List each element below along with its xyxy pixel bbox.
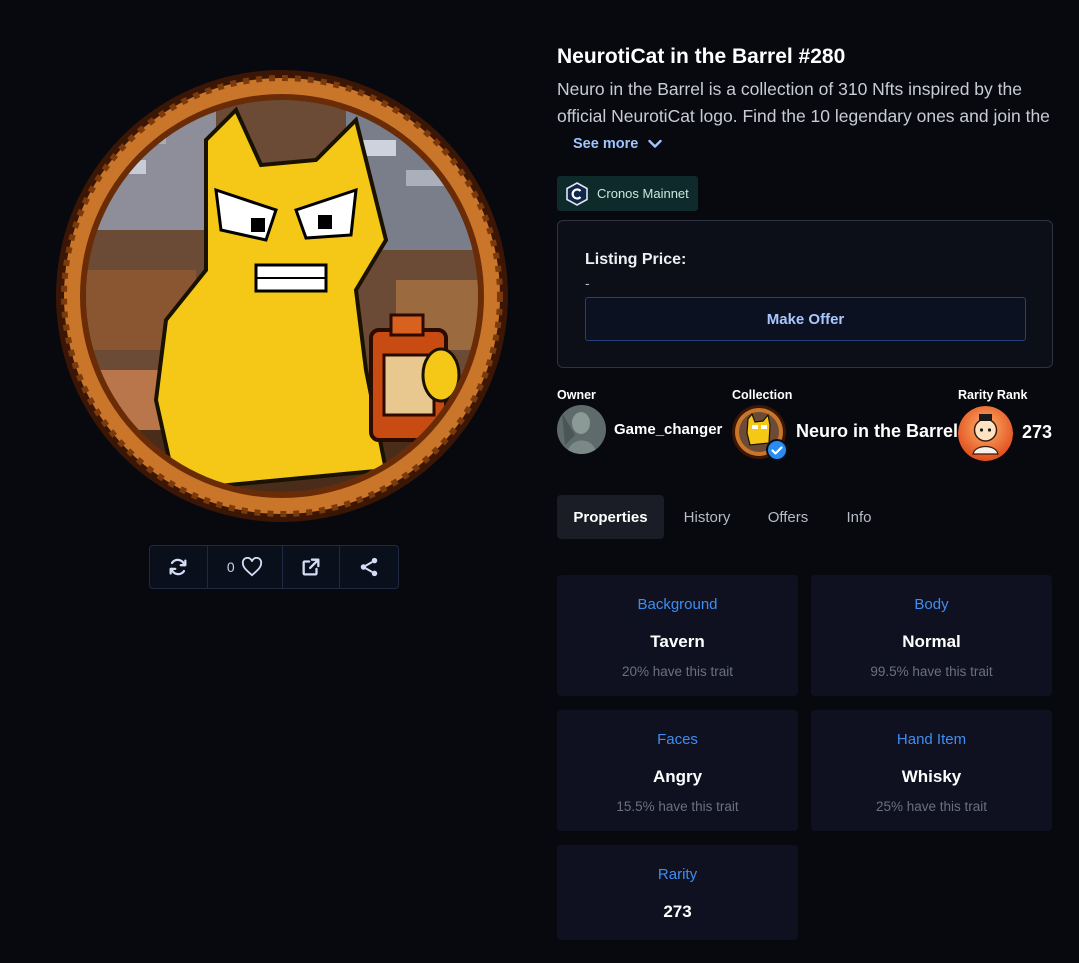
property-frequency: 20% have this trait bbox=[621, 664, 734, 679]
property-card-rarity: Rarity 273 bbox=[557, 845, 798, 940]
heart-icon bbox=[241, 557, 262, 577]
collection-name[interactable]: Neuro in the Barrel bbox=[796, 421, 958, 442]
detail-tabs: Properties History Offers Info bbox=[557, 495, 892, 539]
refresh-icon bbox=[169, 558, 187, 576]
tab-properties[interactable]: Properties bbox=[557, 495, 664, 539]
rarity-rank-value: 273 bbox=[1022, 422, 1053, 442]
external-link-icon bbox=[302, 558, 320, 576]
tab-history[interactable]: History bbox=[664, 495, 750, 539]
property-type: Rarity bbox=[657, 866, 698, 883]
property-type: Background bbox=[637, 596, 718, 613]
property-value: Normal bbox=[902, 632, 961, 651]
listing-price-value: - bbox=[585, 275, 590, 291]
property-card-faces: Faces Angry 15.5% have this trait bbox=[557, 710, 798, 831]
nft-image bbox=[56, 70, 508, 522]
property-frequency: 25% have this trait bbox=[875, 799, 988, 814]
property-frequency: 99.5% have this trait bbox=[870, 664, 993, 679]
cronos-icon bbox=[566, 181, 588, 206]
listing-price-label: Listing Price: bbox=[585, 251, 687, 268]
check-badge-icon bbox=[766, 439, 788, 461]
property-value: Tavern bbox=[650, 632, 705, 651]
nft-artwork bbox=[56, 70, 508, 522]
share-button[interactable] bbox=[340, 546, 398, 588]
rarity-badge-image bbox=[958, 406, 1013, 461]
property-value: 273 bbox=[663, 902, 692, 921]
rarity-rank-label: Rarity Rank bbox=[958, 388, 1028, 402]
collection-avatar[interactable] bbox=[732, 405, 788, 461]
collection-label: Collection bbox=[732, 388, 793, 402]
property-type: Hand Item bbox=[896, 731, 967, 748]
nft-description: Neuro in the Barrel is a collection of 3… bbox=[557, 76, 1051, 130]
share-icon bbox=[360, 557, 378, 577]
tab-offers[interactable]: Offers bbox=[750, 495, 826, 539]
property-card-body: Body Normal 99.5% have this trait bbox=[811, 575, 1052, 696]
nft-action-bar: 0 bbox=[149, 545, 399, 589]
property-type: Faces bbox=[657, 731, 698, 748]
owner-name[interactable]: Game_changer bbox=[614, 421, 722, 438]
owner-avatar-image bbox=[557, 405, 606, 454]
listing-card: Listing Price: - Make Offer bbox=[557, 220, 1053, 368]
nft-title: NeurotiCat in the Barrel #280 bbox=[557, 45, 846, 68]
like-count: 0 bbox=[226, 559, 235, 575]
chain-label: Cronos Mainnet bbox=[597, 186, 689, 201]
see-more-button[interactable]: See more bbox=[573, 136, 662, 152]
see-more-label: See more bbox=[573, 136, 639, 152]
chain-badge: Cronos Mainnet bbox=[557, 176, 698, 211]
make-offer-button[interactable]: Make Offer bbox=[585, 297, 1026, 341]
tab-info[interactable]: Info bbox=[826, 495, 892, 539]
property-value: Angry bbox=[652, 767, 703, 786]
refresh-button[interactable] bbox=[150, 546, 208, 588]
property-type: Body bbox=[914, 596, 949, 613]
owner-avatar[interactable] bbox=[557, 405, 606, 454]
property-card-background: Background Tavern 20% have this trait bbox=[557, 575, 798, 696]
property-frequency: 15.5% have this trait bbox=[616, 799, 739, 814]
open-external-button[interactable] bbox=[283, 546, 341, 588]
nft-detail-page: 0 NeurotiCat in the Barrel #280 Neuro in… bbox=[0, 0, 1079, 963]
chevron-down-icon bbox=[648, 139, 662, 148]
property-card-hand-item: Hand Item Whisky 25% have this trait bbox=[811, 710, 1052, 831]
description-line: official NeurotiCat logo. Find the 10 le… bbox=[557, 106, 1050, 126]
rarity-icon bbox=[958, 406, 1013, 461]
description-line: Neuro in the Barrel is a collection of 3… bbox=[557, 79, 1022, 99]
property-value: Whisky bbox=[901, 767, 962, 786]
like-button[interactable]: 0 bbox=[208, 546, 283, 588]
owner-label: Owner bbox=[557, 388, 596, 402]
